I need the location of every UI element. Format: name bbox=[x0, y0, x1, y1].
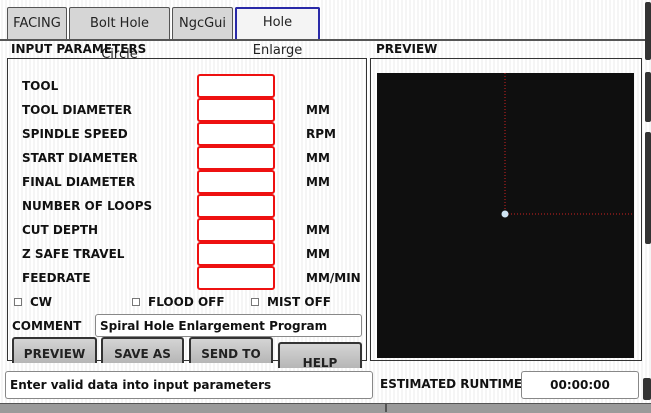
cw-checkbox[interactable] bbox=[14, 298, 22, 306]
label-cut-depth: CUT DEPTH bbox=[22, 223, 99, 237]
mist-checkbox[interactable] bbox=[251, 298, 259, 306]
tab-ngcgui[interactable]: NgcGui bbox=[172, 7, 233, 39]
unit-start-diameter: MM bbox=[306, 151, 330, 165]
flood-checkbox[interactable] bbox=[132, 298, 140, 306]
help-button[interactable]: HELP bbox=[278, 342, 362, 370]
feedrate-input[interactable] bbox=[197, 266, 275, 290]
tab-facing[interactable]: FACING bbox=[7, 7, 67, 39]
unit-cut-depth: MM bbox=[306, 223, 330, 237]
label-feedrate: FEEDRATE bbox=[22, 271, 91, 285]
status-message: Enter valid data into input parameters bbox=[5, 371, 373, 399]
label-tool: TOOL bbox=[22, 79, 59, 93]
label-start-diameter: START DIAMETER bbox=[22, 151, 138, 165]
flood-label: FLOOD OFF bbox=[148, 295, 225, 309]
tab-hole-enlarge[interactable]: Hole Enlarge bbox=[235, 7, 320, 58]
side-widget-lower bbox=[645, 132, 651, 244]
save-as-button[interactable]: SAVE AS bbox=[101, 337, 184, 363]
input-parameters-title: INPUT PARAMETERS bbox=[11, 42, 147, 56]
tool-diameter-input[interactable] bbox=[197, 98, 275, 122]
number-of-loops-input[interactable] bbox=[197, 194, 275, 218]
mist-label: MIST OFF bbox=[267, 295, 332, 309]
bottom-frame-divider bbox=[385, 404, 387, 412]
origin-marker bbox=[501, 210, 509, 218]
comment-label: COMMENT bbox=[12, 319, 82, 333]
tab-bar-divider bbox=[0, 39, 651, 41]
tool-input[interactable] bbox=[197, 74, 275, 98]
runtime-value: 00:00:00 bbox=[521, 371, 639, 399]
runtime-label: ESTIMATED RUNTIME bbox=[380, 377, 523, 391]
cw-label: CW bbox=[30, 295, 53, 309]
label-spindle-speed: SPINDLE SPEED bbox=[22, 127, 128, 141]
tab-bolt-hole-circle[interactable]: Bolt Hole Circle bbox=[69, 7, 170, 62]
unit-tool-diameter: MM bbox=[306, 103, 330, 117]
preview-button[interactable]: PREVIEW bbox=[12, 337, 97, 363]
spindle-speed-input[interactable] bbox=[197, 122, 275, 146]
side-widget-bottom bbox=[643, 378, 651, 400]
side-widget-middle bbox=[645, 72, 651, 122]
unit-z-safe-travel: MM bbox=[306, 247, 330, 261]
preview-title: PREVIEW bbox=[376, 42, 438, 56]
label-z-safe-travel: Z SAFE TRAVEL bbox=[22, 247, 125, 261]
unit-feedrate: MM/MIN bbox=[306, 271, 361, 285]
cut-depth-input[interactable] bbox=[197, 218, 275, 242]
unit-spindle-speed: RPM bbox=[306, 127, 336, 141]
label-number-of-loops: NUMBER OF LOOPS bbox=[22, 199, 153, 213]
label-tool-diameter: TOOL DIAMETER bbox=[22, 103, 132, 117]
z-safe-travel-input[interactable] bbox=[197, 242, 275, 266]
preview-canvas[interactable] bbox=[377, 73, 634, 358]
start-diameter-input[interactable] bbox=[197, 146, 275, 170]
final-diameter-input[interactable] bbox=[197, 170, 275, 194]
comment-input[interactable]: Spiral Hole Enlargement Program bbox=[95, 314, 362, 337]
unit-final-diameter: MM bbox=[306, 175, 330, 189]
send-to-button[interactable]: SEND TO bbox=[189, 337, 273, 363]
label-final-diameter: FINAL DIAMETER bbox=[22, 175, 136, 189]
side-widget-top bbox=[645, 2, 651, 60]
preview-axes bbox=[501, 73, 634, 218]
